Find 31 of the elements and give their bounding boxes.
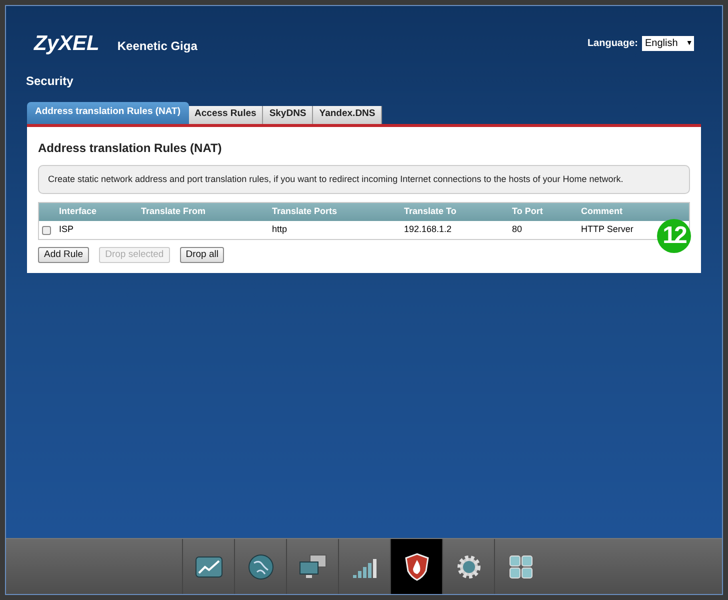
tab[interactable]: SkyDNS <box>263 106 314 124</box>
column-header: Comment <box>581 205 624 218</box>
table-cell: HTTP Server <box>581 224 634 234</box>
column-header: To Port <box>512 205 544 218</box>
action-button[interactable]: Add Rule <box>38 247 90 263</box>
dock-button[interactable] <box>390 539 442 594</box>
column-header: Translate From <box>141 205 207 218</box>
brand-logo: ZyXEL <box>34 31 100 57</box>
table-cell: 192.168.1.2 <box>404 224 452 234</box>
action-button[interactable]: Drop all <box>180 247 224 263</box>
globe-icon <box>248 554 274 580</box>
computers-icon <box>298 554 328 580</box>
table-cell: 80 <box>512 224 522 234</box>
column-header: Interface <box>59 205 98 218</box>
chart-icon <box>194 556 222 578</box>
column-header: Translate Ports <box>272 205 338 218</box>
row-checkbox[interactable] <box>42 226 51 234</box>
table-cell: ISP <box>59 224 74 234</box>
grid-icon <box>508 554 532 578</box>
language-label: Language: <box>587 37 638 52</box>
step-badge: 12 <box>657 218 691 252</box>
info-box: Create static network address and port translation rules, if you want to redirect incoming Internet connections to the hosts of your Home network. <box>38 164 690 194</box>
shield-icon <box>404 552 428 580</box>
model-name: Keenetic Giga <box>117 38 198 55</box>
column-header: Translate To <box>404 205 458 218</box>
tab[interactable]: Yandex.DNS <box>313 106 382 124</box>
panel-title: Address translation Rules (NAT) <box>38 140 223 156</box>
tab[interactable]: Access Rules <box>188 106 264 124</box>
gear-icon <box>456 554 482 580</box>
table-cell: http <box>272 224 288 234</box>
page-title: Security <box>25 72 74 90</box>
